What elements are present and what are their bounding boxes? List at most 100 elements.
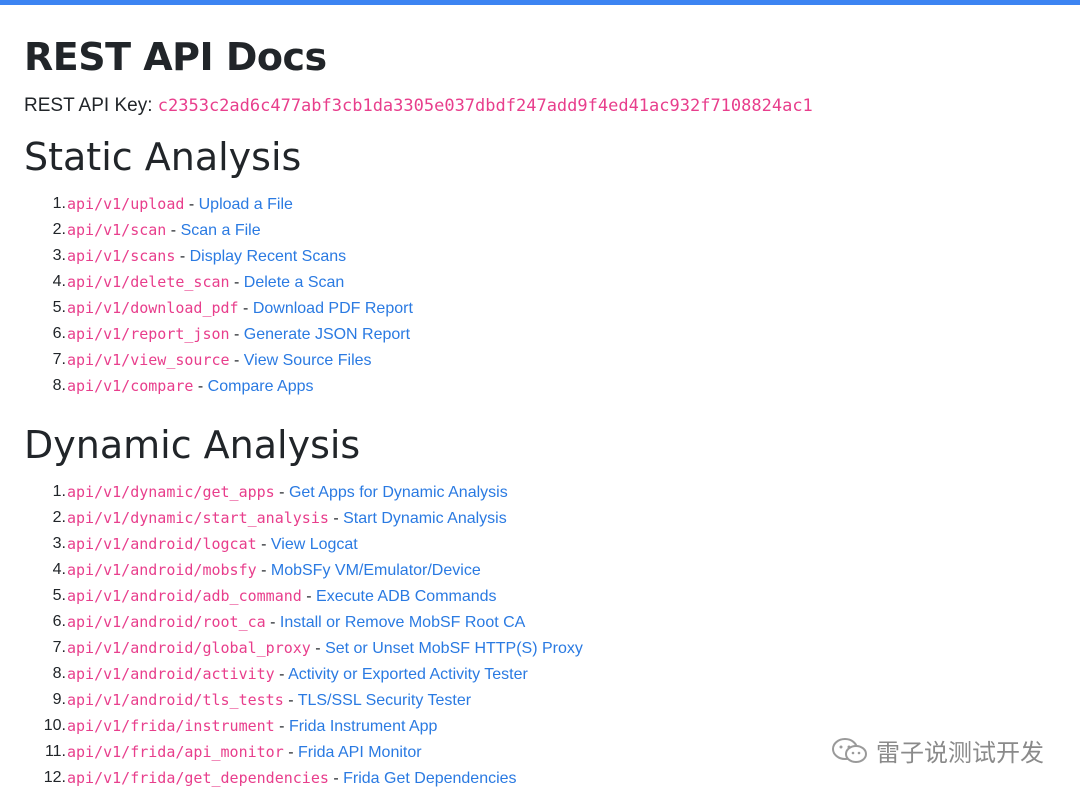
endpoint-doc-link[interactable]: TLS/SSL Security Tester (298, 692, 471, 709)
endpoint-path: api/v1/delete_scan (67, 273, 230, 291)
endpoint-doc-link[interactable]: Generate JSON Report (244, 326, 410, 343)
endpoint-path: api/v1/android/mobsfy (67, 561, 257, 579)
endpoint-path: api/v1/scan (67, 221, 167, 239)
endpoint-doc-link[interactable]: View Source Files (244, 352, 372, 369)
endpoint-doc-link[interactable]: Display Recent Scans (190, 248, 347, 265)
api-list-item: 2. api/v1/dynamic/start_analysis - Start … (24, 505, 1080, 531)
separator: - (175, 248, 190, 265)
api-list-item: 4. api/v1/delete_scan - Delete a Scan (24, 269, 1080, 295)
endpoint-doc-link[interactable]: Activity or Exported Activity Tester (288, 666, 528, 683)
endpoint-path: api/v1/frida/api_monitor (67, 743, 284, 761)
api-key-value: c2353c2ad6c477abf3cb1da3305e037dbdf247ad… (157, 96, 813, 116)
api-list-item: 1. api/v1/upload - Upload a File (24, 191, 1080, 217)
list-number: 4. (52, 273, 66, 290)
list-number: 6. (52, 613, 66, 630)
watermark: 雷子说测试开发 (830, 733, 1044, 768)
watermark-text: 雷子说测试开发 (876, 739, 1044, 767)
endpoint-doc-link[interactable]: Set or Unset MobSF HTTP(S) Proxy (325, 640, 583, 657)
list-number: 9. (52, 691, 66, 708)
endpoint-path: api/v1/report_json (67, 325, 230, 343)
separator: - (301, 588, 317, 605)
endpoint-path: api/v1/android/global_proxy (67, 639, 311, 657)
endpoint-doc-link[interactable]: Compare Apps (208, 378, 314, 395)
endpoint-doc-link[interactable]: Frida Instrument App (289, 718, 438, 735)
endpoint-doc-link[interactable]: Scan a File (181, 222, 261, 239)
list-number: 10. (43, 717, 66, 734)
endpoint-doc-link[interactable]: Frida Get Dependencies (343, 770, 516, 787)
separator: - (310, 640, 326, 657)
endpoint-path: api/v1/upload (67, 195, 185, 213)
endpoint-doc-link[interactable]: Upload a File (199, 196, 293, 213)
endpoint-path: api/v1/android/root_ca (67, 613, 266, 631)
api-list-item: 12. api/v1/frida/get_dependencies - Frida… (24, 765, 1080, 791)
api-list-item: 5. api/v1/android/adb_command - Execute A… (24, 583, 1080, 609)
list-number: 11. (44, 743, 66, 760)
wechat-icon (832, 737, 867, 763)
endpoint-doc-link[interactable]: Frida API Monitor (298, 744, 422, 761)
separator: - (274, 718, 289, 735)
endpoint-doc-link[interactable]: View Logcat (271, 536, 358, 553)
list-number: 2. (52, 221, 66, 238)
endpoint-path: api/v1/view_source (67, 351, 230, 369)
endpoint-doc-link[interactable]: MobSFy VM/Emulator/Device (271, 562, 481, 579)
api-key-label: REST API Key: (24, 95, 153, 116)
api-list-item: 9. api/v1/android/tls_tests - TLS/SSL Sec… (24, 687, 1080, 713)
separator: - (229, 326, 244, 343)
list-number: 8. (52, 665, 66, 682)
list-number: 7. (52, 639, 66, 656)
list-number: 5. (52, 587, 66, 604)
api-list-item: 4. api/v1/android/mobsfy - MobSFy VM/Emul… (24, 557, 1080, 583)
endpoint-path: api/v1/scans (67, 247, 176, 265)
endpoint-path: api/v1/android/activity (67, 665, 275, 683)
endpoint-path: api/v1/compare (67, 377, 194, 395)
list-number: 1. (52, 195, 66, 212)
static-analysis-list: 1. api/v1/upload - Upload a File 2. api/v1/… (24, 191, 1080, 399)
separator: - (274, 484, 289, 501)
endpoint-doc-link[interactable]: Execute ADB Commands (316, 588, 497, 605)
list-number: 2. (52, 509, 66, 526)
separator: - (184, 196, 199, 213)
separator: - (229, 352, 244, 369)
separator: - (256, 536, 271, 553)
separator: - (328, 510, 344, 527)
endpoint-doc-link[interactable]: Start Dynamic Analysis (343, 510, 507, 527)
endpoint-path: api/v1/dynamic/start_analysis (67, 509, 329, 527)
api-list-item: 7. api/v1/android/global_proxy - Set or U… (24, 635, 1080, 661)
list-number: 3. (52, 535, 66, 552)
api-list-item: 3. api/v1/scans - Display Recent Scans (24, 243, 1080, 269)
separator: - (283, 744, 298, 761)
endpoint-doc-link[interactable]: Install or Remove MobSF Root CA (280, 614, 525, 631)
separator: - (193, 378, 208, 395)
api-list-item: 6. api/v1/android/root_ca - Install or Re… (24, 609, 1080, 635)
endpoint-doc-link[interactable]: Get Apps for Dynamic Analysis (289, 484, 508, 501)
api-list-item: 7. api/v1/view_source - View Source Files (24, 347, 1080, 373)
separator: - (229, 274, 244, 291)
api-list-item: 1. api/v1/dynamic/get_apps - Get Apps for… (24, 479, 1080, 505)
api-list-item: 2. api/v1/scan - Scan a File (24, 217, 1080, 243)
list-number: 8. (52, 377, 66, 394)
endpoint-path: api/v1/android/logcat (67, 535, 257, 553)
separator: - (283, 692, 298, 709)
separator: - (238, 300, 253, 317)
endpoint-path: api/v1/dynamic/get_apps (67, 483, 275, 501)
list-number: 4. (52, 561, 66, 578)
endpoint-path: api/v1/frida/get_dependencies (67, 769, 329, 787)
list-number: 3. (52, 247, 66, 264)
api-list-item: 6. api/v1/report_json - Generate JSON Rep… (24, 321, 1080, 347)
api-key-line: REST API Key: c2353c2ad6c477abf3cb1da330… (24, 93, 1080, 119)
separator: - (328, 770, 344, 787)
list-number: 5. (52, 299, 66, 316)
separator: - (256, 562, 271, 579)
list-number: 7. (52, 351, 66, 368)
list-number: 6. (52, 325, 66, 342)
endpoint-doc-link[interactable]: Delete a Scan (244, 274, 345, 291)
separator: - (265, 614, 280, 631)
api-list-item: 5. api/v1/download_pdf - Download PDF Rep… (24, 295, 1080, 321)
dynamic-analysis-heading: Dynamic Analysis (24, 423, 361, 467)
api-list-item: 3. api/v1/android/logcat - View Logcat (24, 531, 1080, 557)
api-list-item: 8. api/v1/android/activity - Activity or … (24, 661, 1080, 687)
endpoint-path: api/v1/frida/instrument (67, 717, 275, 735)
endpoint-doc-link[interactable]: Download PDF Report (253, 300, 413, 317)
api-list-item: 8. api/v1/compare - Compare Apps (24, 373, 1080, 399)
endpoint-path: api/v1/download_pdf (67, 299, 239, 317)
